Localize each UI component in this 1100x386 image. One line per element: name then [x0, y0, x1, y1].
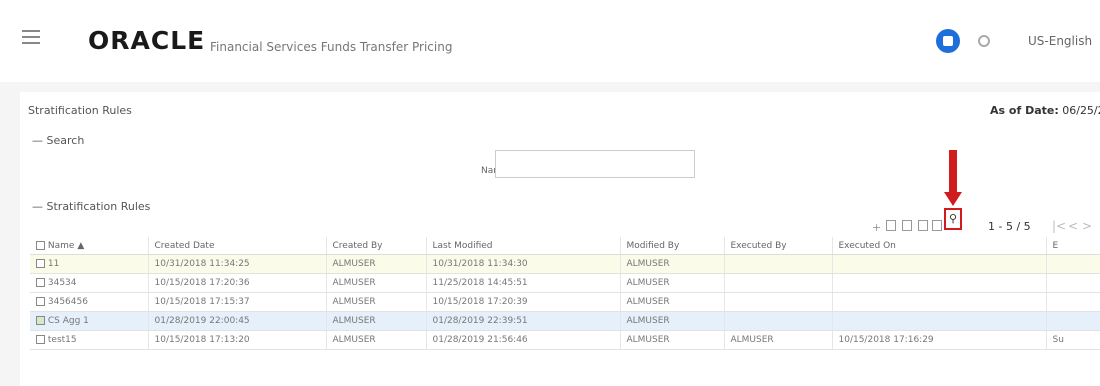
execute-button[interactable]: ⚲ [944, 208, 962, 230]
table-row-selected[interactable]: CS Agg 1 01/28/2019 22:00:45 ALMUSER 01/… [30, 311, 1100, 331]
globe-icon[interactable] [978, 35, 990, 47]
col-created-date[interactable]: Created Date [148, 237, 327, 255]
row-checkbox[interactable] [36, 259, 45, 268]
row-checkbox[interactable] [36, 278, 45, 287]
callout-arrow-shaft [949, 150, 957, 196]
table-header-row: Name ▲ Created Date Created By Last Modi… [30, 237, 1100, 255]
col-modified-by[interactable]: Modified By [620, 237, 725, 255]
table-row[interactable]: 3456456 10/15/2018 17:15:37 ALMUSER 10/1… [30, 292, 1100, 312]
col-executed-by[interactable]: Executed By [724, 237, 833, 255]
home-icon[interactable] [936, 29, 960, 53]
language-selector[interactable]: US-English [1028, 34, 1092, 48]
row-checkbox[interactable] [36, 335, 45, 344]
search-section-toggle[interactable]: — Search [32, 134, 84, 147]
name-search-input[interactable] [495, 150, 695, 178]
pager-count: 1 - 5 / 5 [988, 220, 1031, 233]
col-created-by[interactable]: Created By [326, 237, 427, 255]
app-title: Financial Services Funds Transfer Pricin… [210, 40, 453, 54]
table-row[interactable]: test15 10/15/2018 17:13:20 ALMUSER 01/28… [30, 330, 1100, 350]
sort-asc-icon[interactable]: ▲ [77, 241, 84, 251]
col-executed-on[interactable]: Executed On [832, 237, 1047, 255]
row-checkbox[interactable] [36, 297, 45, 306]
delete-icon[interactable] [932, 220, 942, 231]
edit-icon[interactable] [902, 220, 912, 231]
table-row[interactable]: 11 10/31/2018 11:34:25 ALMUSER 10/31/201… [30, 254, 1100, 274]
callout-arrow-icon [944, 192, 962, 206]
page-title: Stratification Rules [28, 104, 132, 117]
top-header: ORACLE Financial Services Funds Transfer… [0, 0, 1100, 82]
stratification-rules-panel: Stratification Rules As of Date: 06/25/2… [20, 92, 1100, 386]
copy-icon[interactable] [918, 220, 928, 231]
row-checkbox[interactable] [36, 316, 45, 325]
select-all-checkbox[interactable] [36, 240, 45, 250]
col-last-modified[interactable]: Last Modified [426, 237, 621, 255]
oracle-logo: ORACLE [88, 26, 206, 55]
view-icon[interactable] [886, 220, 896, 231]
run-icon: ⚲ [949, 212, 958, 225]
select-all-header[interactable]: Name ▲ [30, 237, 149, 255]
first-page-icon[interactable]: |< [1052, 219, 1066, 233]
add-icon[interactable]: + [872, 221, 881, 234]
rules-section-toggle[interactable]: — Stratification Rules [32, 200, 150, 213]
next-page-icon[interactable]: > [1082, 219, 1092, 233]
table-row[interactable]: 34534 10/15/2018 17:20:36 ALMUSER 11/25/… [30, 273, 1100, 293]
prev-page-icon[interactable]: < [1068, 219, 1078, 233]
rules-table: Name ▲ Created Date Created By Last Modi… [30, 237, 1100, 350]
hamburger-menu-icon[interactable] [22, 30, 40, 44]
as-of-date: As of Date: 06/25/2 [990, 104, 1100, 117]
col-e[interactable]: E [1046, 237, 1100, 255]
